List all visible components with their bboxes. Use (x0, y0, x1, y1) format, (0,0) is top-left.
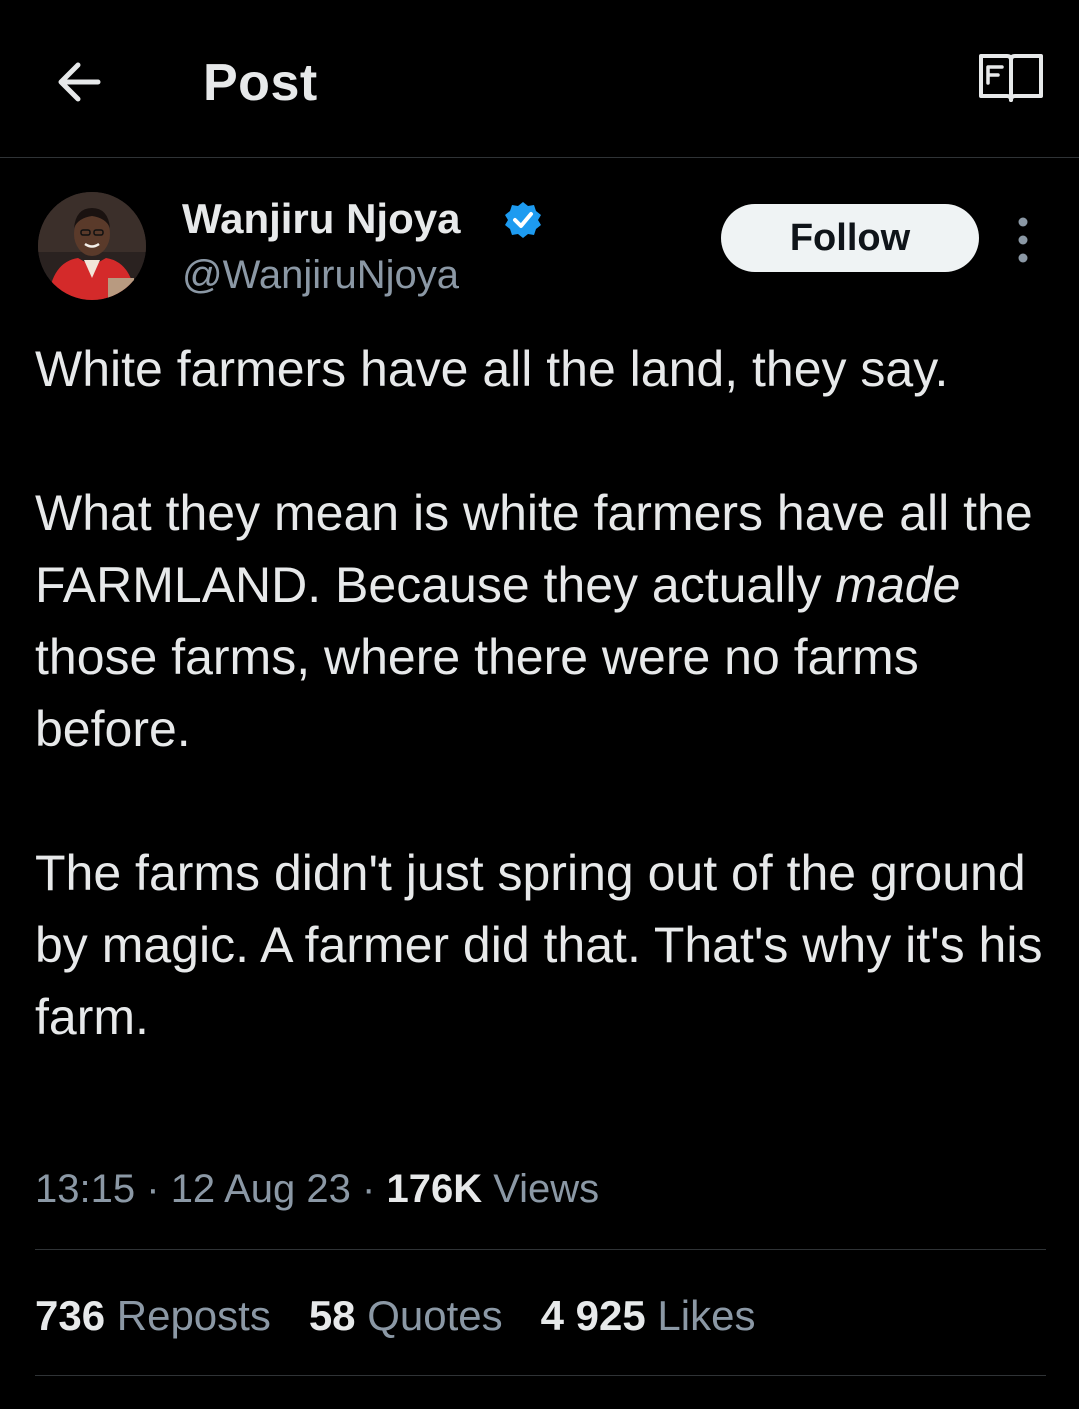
display-name[interactable]: Wanjiru Njoya (182, 194, 460, 244)
views-count: 176K (386, 1167, 483, 1211)
back-button[interactable] (48, 50, 112, 114)
likes-count: 4 925 (540, 1292, 646, 1339)
quotes-count: 58 (308, 1292, 356, 1339)
more-vertical-icon (1018, 217, 1028, 263)
tweet-time[interactable]: 13:15 (35, 1167, 135, 1211)
tweet-text-segment: those farms, where there were no farms b… (35, 629, 919, 757)
reposts-label: Reposts (116, 1292, 271, 1339)
arrow-left-icon (58, 62, 101, 102)
reposts-count: 736 (35, 1292, 106, 1339)
tweet-paragraph: The farms didn't just spring out of the … (35, 845, 1043, 1045)
likes-stat[interactable]: 4 925 Likes (541, 1286, 756, 1346)
meta-separator: · (146, 1167, 160, 1211)
tweet-date[interactable]: 12 Aug 23 (171, 1167, 351, 1211)
page-title: Post (203, 54, 318, 112)
follow-button[interactable]: Follow (721, 204, 979, 272)
author-row: Wanjiru Njoya @WanjiruNjoya Follow (0, 180, 1079, 320)
tweet-paragraph: What they mean is white farmers have all… (35, 477, 1045, 765)
tweet-emphasis: made (835, 557, 961, 613)
likes-label: Likes (657, 1292, 756, 1339)
avatar[interactable] (38, 192, 146, 300)
more-options-button[interactable] (1003, 210, 1043, 270)
reader-mode-button[interactable] (976, 50, 1046, 106)
reposts-stat[interactable]: 736 Reposts (35, 1286, 271, 1346)
top-bar: Post (0, 0, 1079, 158)
quotes-label: Quotes (367, 1292, 503, 1339)
divider (35, 1249, 1046, 1250)
meta-separator: · (362, 1167, 376, 1211)
divider (35, 1375, 1046, 1376)
tweet-text: White farmers have all the land, they sa… (35, 333, 1045, 1053)
engagement-stats: 736 Reposts 58 Quotes 4 925 Likes (35, 1286, 793, 1346)
views-label: Views (493, 1167, 600, 1211)
verified-badge-icon (503, 200, 543, 240)
book-open-icon (979, 54, 1043, 102)
user-handle[interactable]: @WanjiruNjoya (182, 250, 459, 300)
tweet-meta: 13:15 · 12 Aug 23 · 176K Views (35, 1160, 599, 1218)
tweet-paragraph: White farmers have all the land, they sa… (35, 341, 949, 397)
avatar-image (38, 192, 146, 300)
quotes-stat[interactable]: 58 Quotes (309, 1286, 503, 1346)
